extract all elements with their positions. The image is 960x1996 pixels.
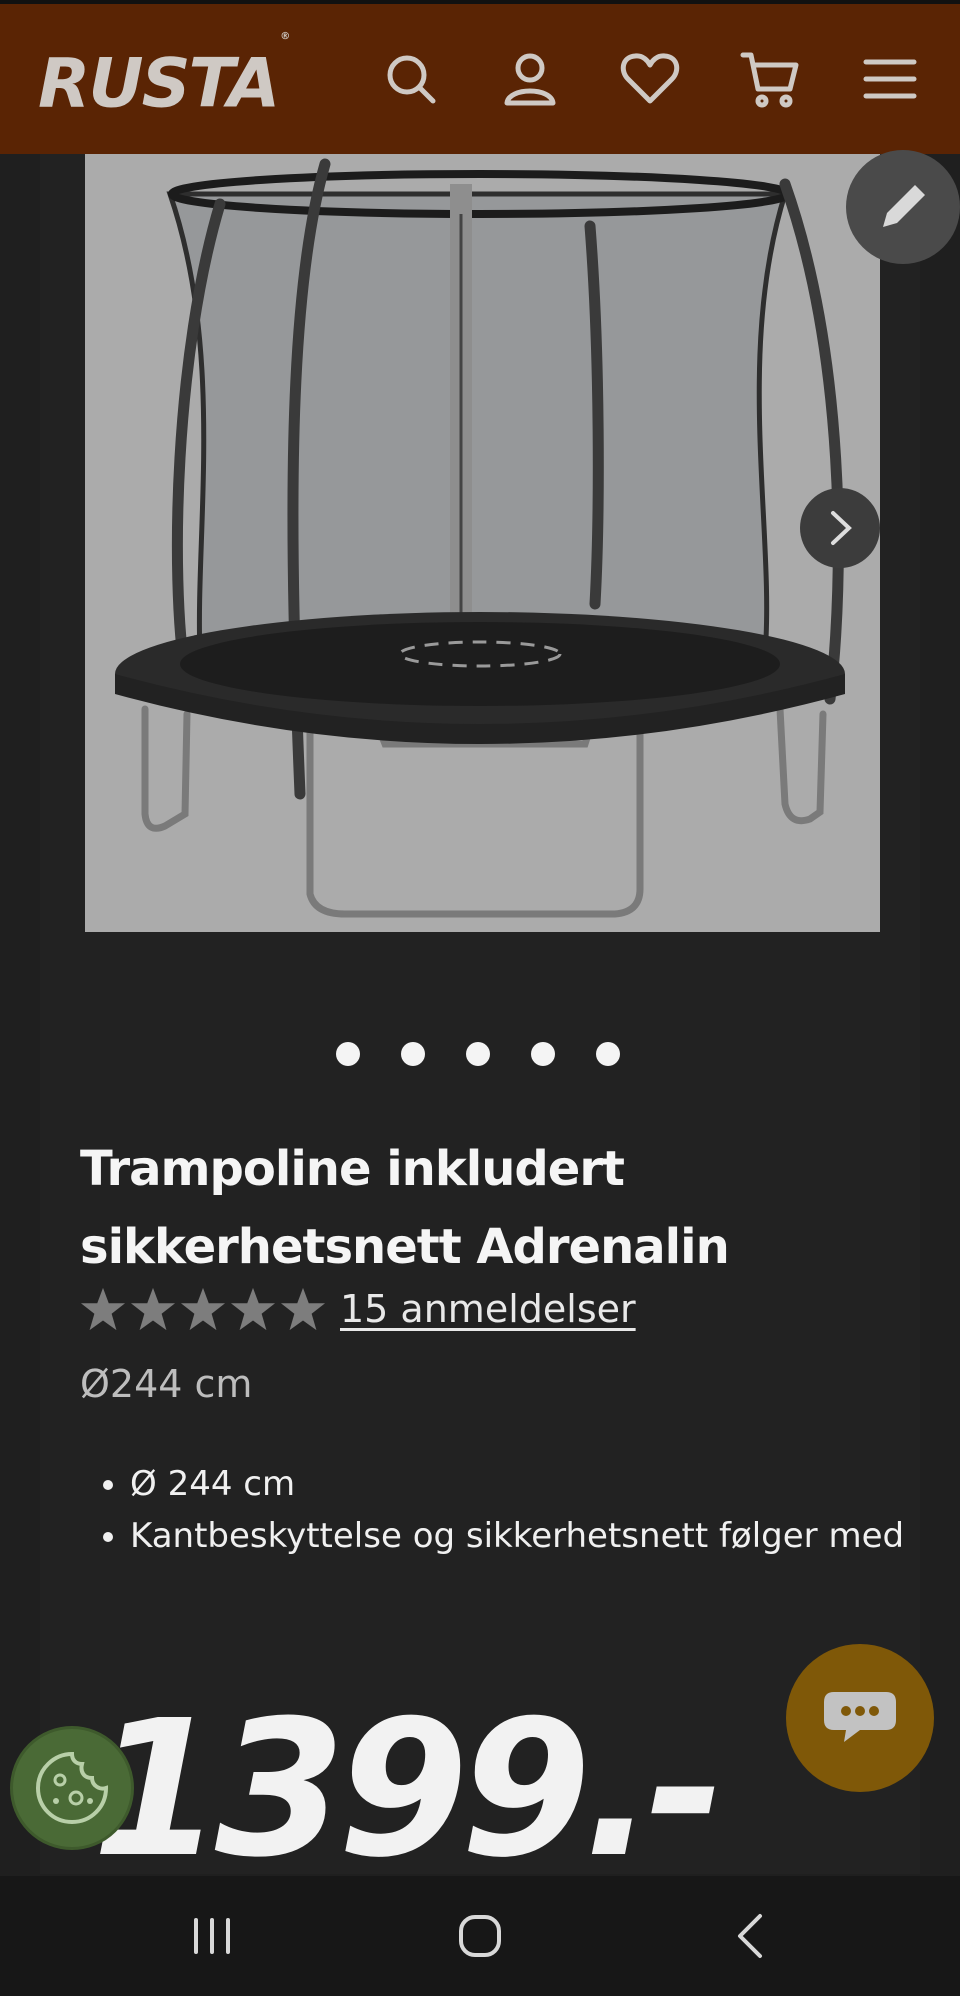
variant-size: Ø244 cm — [80, 1362, 253, 1406]
chevron-right-icon — [831, 511, 852, 545]
account-button[interactable] — [497, 46, 563, 112]
wishlist-button[interactable] — [617, 46, 683, 112]
pagination-dot[interactable] — [531, 1042, 555, 1066]
product-image[interactable] — [85, 154, 880, 932]
home-button[interactable] — [440, 1898, 520, 1974]
pagination-dot[interactable] — [401, 1042, 425, 1066]
pagination-dot[interactable] — [336, 1042, 360, 1066]
star-icon — [130, 1287, 176, 1331]
chat-button[interactable] — [786, 1644, 934, 1792]
recent-apps-icon — [194, 1918, 230, 1954]
cart-icon — [740, 52, 799, 108]
product-highlights: Ø 244 cm Kantbeskyttelse og sikkerhetsne… — [92, 1458, 910, 1562]
pagination-dot[interactable] — [466, 1042, 490, 1066]
system-navigation-bar — [0, 1876, 960, 1996]
highlight-item: Kantbeskyttelse og sikkerhetsnett følger… — [130, 1510, 910, 1562]
star-icon — [230, 1287, 276, 1331]
rating-row: 15 anmeldelser — [80, 1286, 636, 1332]
gallery-pagination — [336, 1042, 620, 1066]
cookie-icon — [35, 1751, 109, 1825]
edit-button[interactable] — [846, 150, 960, 264]
back-icon — [738, 1914, 762, 1958]
site-header: RUSTA® — [0, 4, 960, 154]
menu-button[interactable] — [857, 46, 923, 112]
reviews-link[interactable]: 15 anmeldelser — [340, 1287, 636, 1331]
search-button[interactable] — [378, 46, 444, 112]
rusta-logo[interactable]: RUSTA® — [38, 31, 290, 130]
recent-apps-button[interactable] — [172, 1898, 252, 1974]
home-icon — [459, 1915, 501, 1957]
logo-registered-mark: ® — [280, 31, 290, 42]
star-icon — [80, 1287, 126, 1331]
product-title: Trampoline inkludert sikkerhetsnett Adre… — [80, 1141, 730, 1275]
pencil-icon — [883, 185, 925, 227]
search-icon — [387, 55, 436, 104]
product-price: 1399.- — [92, 1680, 725, 1899]
logo-text: RUSTA — [38, 44, 280, 124]
chat-bubble-icon — [824, 1692, 896, 1742]
pagination-dot[interactable] — [596, 1042, 620, 1066]
cookie-settings-button[interactable] — [10, 1726, 134, 1850]
trampoline-illustration — [115, 158, 845, 918]
star-icon — [280, 1287, 326, 1331]
menu-icon — [863, 59, 917, 99]
heart-icon — [620, 53, 680, 104]
next-image-button[interactable] — [800, 488, 880, 568]
account-icon — [504, 53, 556, 106]
back-button[interactable] — [710, 1898, 790, 1974]
rating-stars — [80, 1286, 326, 1332]
cart-button[interactable] — [737, 46, 803, 112]
star-icon — [180, 1287, 226, 1331]
highlight-item: Ø 244 cm — [130, 1458, 910, 1510]
